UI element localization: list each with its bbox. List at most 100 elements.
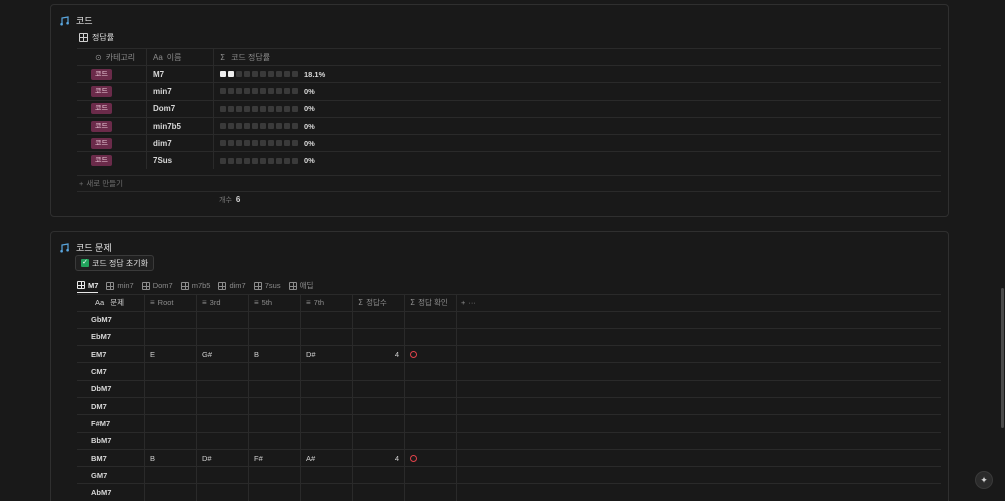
count-cell[interactable] xyxy=(353,328,405,346)
root-cell[interactable] xyxy=(145,397,197,415)
database-title[interactable]: 코드 문제 xyxy=(60,241,112,254)
more-options-button[interactable]: ··· xyxy=(468,298,476,307)
row-name[interactable]: 7Sus xyxy=(147,152,214,169)
table-row[interactable]: 코드 dim7 0% xyxy=(77,134,941,152)
seventh-cell[interactable] xyxy=(301,432,353,449)
view-tab-rate[interactable]: 정답률 xyxy=(79,32,114,43)
table-row[interactable]: EbM7 xyxy=(77,328,941,347)
seventh-cell[interactable] xyxy=(301,397,353,415)
table-row[interactable]: BbM7 xyxy=(77,432,941,450)
problem-cell[interactable]: CM7 xyxy=(77,363,145,380)
row-name[interactable]: min7 xyxy=(147,83,214,100)
root-cell[interactable] xyxy=(145,484,197,501)
fifth-cell[interactable] xyxy=(249,328,301,346)
count-cell[interactable] xyxy=(353,380,405,397)
database-title[interactable]: 코드 xyxy=(60,14,93,27)
table-row[interactable]: 코드 Dom7 0% xyxy=(77,99,941,117)
third-cell[interactable] xyxy=(197,311,249,328)
count-cell[interactable] xyxy=(353,415,405,432)
row-name[interactable]: dim7 xyxy=(147,135,214,152)
column-header-check[interactable]: Σ 정답 확인 xyxy=(405,294,457,311)
problem-cell[interactable]: DbM7 xyxy=(77,380,145,397)
tab-m7[interactable]: M7 xyxy=(77,278,99,293)
count-cell[interactable]: 4 xyxy=(353,449,405,467)
category-tag[interactable]: 코드 xyxy=(91,68,112,80)
problem-cell[interactable]: AbM7 xyxy=(77,484,145,501)
third-cell[interactable] xyxy=(197,380,249,397)
count-cell[interactable] xyxy=(353,467,405,484)
third-cell[interactable] xyxy=(197,467,249,484)
count-cell[interactable] xyxy=(353,363,405,380)
seventh-cell[interactable] xyxy=(301,484,353,501)
row-name[interactable]: Dom7 xyxy=(147,100,214,117)
third-cell[interactable] xyxy=(197,397,249,415)
seventh-cell[interactable] xyxy=(301,415,353,432)
root-cell[interactable] xyxy=(145,363,197,380)
third-cell[interactable]: D# xyxy=(197,449,249,467)
row-name[interactable]: M7 xyxy=(147,66,214,83)
column-header-rate[interactable]: Σ 코드 정답률 xyxy=(214,49,941,65)
table-row[interactable]: CM7 xyxy=(77,363,941,381)
problem-cell[interactable]: DM7 xyxy=(77,397,145,415)
root-cell[interactable] xyxy=(145,415,197,432)
column-header-count[interactable]: Σ 정답수 xyxy=(353,294,405,311)
category-tag[interactable]: 코드 xyxy=(91,120,112,132)
add-column-button[interactable]: + xyxy=(461,298,465,307)
root-cell[interactable]: B xyxy=(145,449,197,467)
seventh-cell[interactable] xyxy=(301,363,353,380)
root-cell[interactable] xyxy=(145,328,197,346)
fifth-cell[interactable] xyxy=(249,397,301,415)
table-row[interactable]: 코드 M7 18.1% xyxy=(77,65,941,83)
count-cell[interactable] xyxy=(353,397,405,415)
root-cell[interactable] xyxy=(145,467,197,484)
table-row[interactable]: GM7 xyxy=(77,467,941,485)
count-cell[interactable]: 4 xyxy=(353,346,405,363)
problem-cell[interactable]: F#M7 xyxy=(77,415,145,432)
fifth-cell[interactable] xyxy=(249,311,301,328)
fifth-cell[interactable]: F# xyxy=(249,449,301,467)
fifth-cell[interactable] xyxy=(249,467,301,484)
third-cell[interactable] xyxy=(197,328,249,346)
seventh-cell[interactable]: D# xyxy=(301,346,353,363)
category-tag[interactable]: 코드 xyxy=(91,85,112,97)
root-cell[interactable]: E xyxy=(145,346,197,363)
column-header-fifth[interactable]: ≡ 5th xyxy=(249,294,301,311)
row-name[interactable]: min7b5 xyxy=(147,117,214,135)
problem-cell[interactable]: EbM7 xyxy=(77,328,145,346)
fifth-cell[interactable] xyxy=(249,380,301,397)
problem-cell[interactable]: BM7 xyxy=(77,449,145,467)
tab-m7b5[interactable]: m7b5 xyxy=(180,278,210,293)
problem-cell[interactable]: GbM7 xyxy=(77,311,145,328)
seventh-cell[interactable] xyxy=(301,311,353,328)
count-cell[interactable] xyxy=(353,432,405,449)
reset-answers-button[interactable]: ✓ 코드 정답 초기화 xyxy=(75,255,154,271)
tab-7sus[interactable]: 7sus xyxy=(253,278,281,293)
problem-cell[interactable]: BbM7 xyxy=(77,432,145,449)
third-cell[interactable] xyxy=(197,415,249,432)
seventh-cell[interactable]: A# xyxy=(301,449,353,467)
column-header-problem[interactable]: Aa 문제 xyxy=(77,294,145,311)
column-header-seventh[interactable]: ≡ 7th xyxy=(301,294,353,311)
table-row[interactable]: EM7 E G# B D# 4 xyxy=(77,346,941,364)
table-row[interactable]: BM7 B D# F# A# 4 xyxy=(77,449,941,468)
count-cell[interactable] xyxy=(353,484,405,501)
column-header-name[interactable]: Aa 이름 xyxy=(147,49,214,65)
category-tag[interactable]: 코드 xyxy=(91,103,112,115)
table-row[interactable]: 코드 min7 0% xyxy=(77,82,941,100)
column-header-root[interactable]: ≡ Root xyxy=(145,294,197,311)
third-cell[interactable] xyxy=(197,484,249,501)
scrollbar[interactable] xyxy=(1001,288,1004,428)
problem-cell[interactable]: EM7 xyxy=(77,346,145,363)
seventh-cell[interactable] xyxy=(301,380,353,397)
table-row[interactable]: AbM7 xyxy=(77,484,941,501)
third-cell[interactable] xyxy=(197,432,249,449)
column-header-category[interactable]: ⊙ 카테고리 xyxy=(77,49,147,65)
table-row[interactable]: DbM7 xyxy=(77,380,941,398)
problem-cell[interactable]: GM7 xyxy=(77,467,145,484)
seventh-cell[interactable] xyxy=(301,328,353,346)
table-row[interactable]: 코드 7Sus 0% xyxy=(77,151,941,169)
fifth-cell[interactable] xyxy=(249,363,301,380)
column-header-third[interactable]: ≡ 3rd xyxy=(197,294,249,311)
third-cell[interactable]: G# xyxy=(197,346,249,363)
root-cell[interactable] xyxy=(145,311,197,328)
